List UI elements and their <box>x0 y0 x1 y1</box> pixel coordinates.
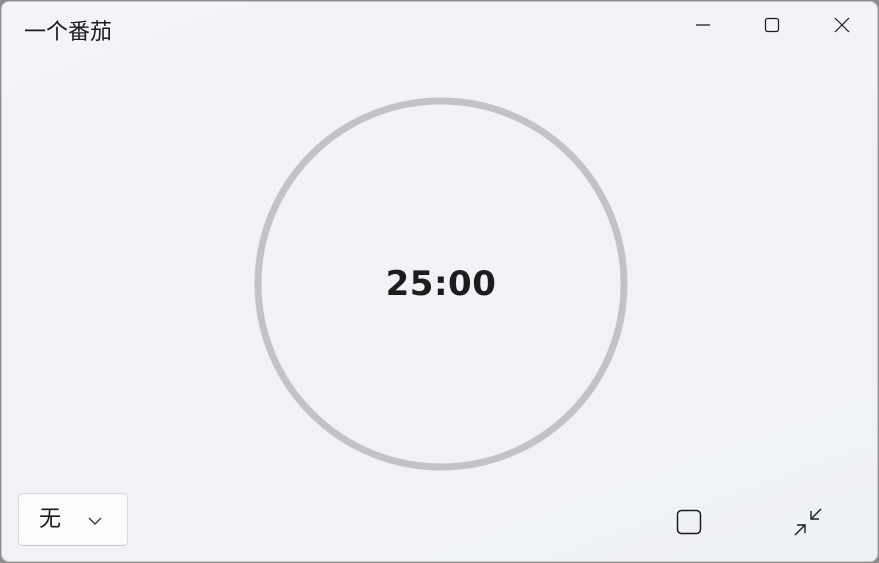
window-title: 一个番茄 <box>24 20 113 45</box>
close-button[interactable] <box>807 2 877 48</box>
square-stop-icon <box>676 509 702 535</box>
timer-display: 25:00 <box>385 264 497 304</box>
minimize-icon <box>696 24 710 26</box>
app-window: 一个番茄 25:00 无 <box>1 1 878 562</box>
preset-selected-value: 无 <box>39 507 62 532</box>
collapse-arrows-icon <box>794 508 822 536</box>
chevron-down-icon <box>88 517 102 525</box>
preset-select[interactable]: 无 <box>18 493 128 546</box>
minimize-button[interactable] <box>669 2 737 48</box>
timer-ring: 25:00 <box>253 96 629 472</box>
maximize-button[interactable] <box>738 2 806 48</box>
close-icon <box>834 17 850 33</box>
maximize-icon <box>764 17 780 33</box>
compact-mode-button[interactable] <box>788 502 828 542</box>
stop-button[interactable] <box>669 502 709 542</box>
